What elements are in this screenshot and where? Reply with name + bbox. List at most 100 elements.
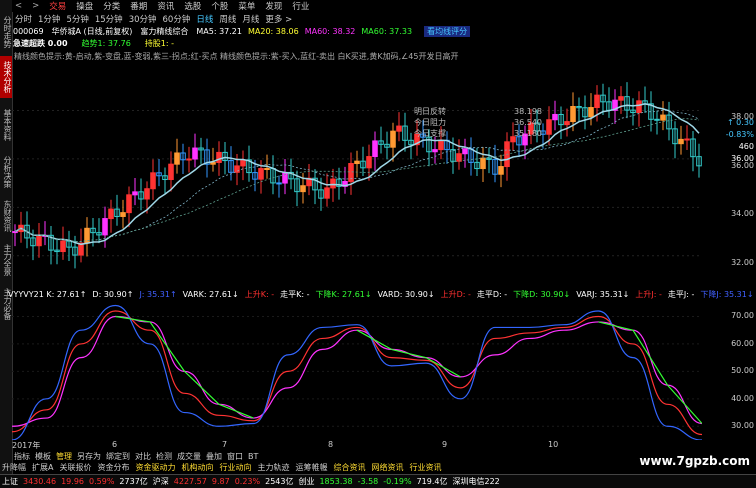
market-quote: 创业 [298, 477, 315, 486]
kdj-falling-segment [598, 321, 634, 331]
date-label: 6 [112, 440, 118, 449]
menu-item[interactable]: 番期 [130, 0, 147, 12]
feature-tab[interactable]: 运筹帷幄 [295, 462, 327, 473]
sidebar-tab[interactable]: 东财资讯 [0, 196, 12, 236]
indicator-name[interactable]: 富力精线综合 [140, 26, 188, 37]
feature-tab[interactable]: 关联报价 [59, 462, 91, 473]
candle-body [366, 156, 372, 169]
menu-item[interactable]: 交易 [49, 0, 66, 12]
candle-body [588, 107, 594, 118]
kdj-value: 上升J: - [635, 290, 662, 299]
feature-tab[interactable]: 资金分布 [97, 462, 129, 473]
kdj-value: 走平D: - [476, 290, 508, 299]
price-label: 32.00 [731, 257, 754, 267]
kdj-axis-label: 70.00 [731, 311, 754, 321]
menu-item[interactable]: 资讯 [157, 0, 174, 12]
market-quote: 4227.57 [173, 477, 207, 486]
period-item[interactable]: 30分钟 [129, 13, 157, 25]
period-item[interactable]: 周线 [219, 13, 236, 25]
period-item[interactable]: 月线 [242, 13, 259, 25]
sidebar-tab[interactable]: 基本资料 [0, 102, 12, 148]
score-tag[interactable]: 看均线评分 [424, 26, 471, 37]
indicator-tab[interactable]: 检测 [156, 451, 172, 462]
watermark: www.7gpzb.com [639, 454, 750, 468]
sidebar-tab[interactable]: 分析决策 [0, 152, 12, 192]
feature-tab[interactable]: 扩展A [32, 462, 53, 473]
nav-forward-icon[interactable]: > [32, 1, 39, 11]
menu-item[interactable]: 发现 [265, 0, 282, 12]
period-item[interactable]: 60分钟 [163, 13, 191, 25]
kdj-value: 下降D: 30.90↓ [513, 290, 571, 299]
indicator-tab[interactable]: 管理 [56, 451, 72, 462]
candle-body [216, 151, 222, 163]
kdj-value: 上升D: - [440, 290, 471, 299]
kdj-axis-label: 40.00 [731, 393, 754, 403]
menubar: < > 交易 操盘 分类 番期 资讯 选股 个股 菜单 发现 行业 [12, 0, 756, 12]
feature-tab[interactable]: 升降幅 [2, 462, 26, 473]
menu-item[interactable]: 操盘 [76, 0, 93, 12]
menu-item[interactable]: 个股 [211, 0, 228, 12]
feature-tab[interactable]: 机构动向 [181, 462, 213, 473]
feature-tab[interactable]: 网络资讯 [371, 462, 403, 473]
period-item[interactable]: 15分钟 [95, 13, 123, 25]
candle-body [684, 138, 690, 141]
candle-body [462, 148, 468, 155]
candle-body [186, 158, 192, 161]
menu-item[interactable]: 行业 [292, 0, 309, 12]
indicator-tab[interactable]: 另存为 [77, 451, 101, 462]
candle-body [12, 231, 18, 234]
feature-tab[interactable]: 行业资讯 [409, 462, 441, 473]
indicator-tab[interactable]: 绑定到 [106, 451, 130, 462]
candle-body [324, 187, 330, 199]
indicator-tab[interactable]: 模板 [35, 451, 51, 462]
kdj-value: J: 35.31↑ [139, 290, 177, 299]
candle-body [564, 121, 570, 126]
candle-body [570, 106, 576, 123]
period-item[interactable]: 日线 [196, 13, 213, 25]
market-quote: 9.87 [211, 477, 230, 486]
kdj-chart[interactable] [12, 300, 702, 440]
sidebar-tab[interactable]: 分时走势 [0, 12, 12, 52]
indicator-tab[interactable]: 对比 [135, 451, 151, 462]
period-item[interactable]: 1分钟 [38, 13, 60, 25]
candle-body [432, 149, 438, 153]
date-label: 9 [442, 440, 448, 449]
quote-info: -0.83% [725, 130, 754, 139]
feature-tab[interactable]: 主力轨迹 [257, 462, 289, 473]
period-item[interactable]: 分时 [15, 13, 32, 25]
sidebar-tab[interactable]: 主力全景 [0, 240, 12, 280]
feature-tab[interactable]: 资金驱动力 [135, 462, 175, 473]
market-quote: 19.96 [61, 477, 84, 486]
moving-average-line [14, 118, 700, 243]
candlestick-chart[interactable]: 明日反转 38.198 今日阻力 36.540 今日支撑 35.180 [12, 62, 702, 280]
stock-name: 华侨城A (日线,前复权) [51, 27, 133, 36]
kdj-axis-label: 30.00 [731, 421, 754, 431]
menu-item[interactable]: 菜单 [238, 0, 255, 12]
period-item[interactable]: 5分钟 [66, 13, 88, 25]
period-bar: 分时 1分钟 5分钟 15分钟 30分钟 60分钟 日线 周线 月线 更多 > [12, 13, 756, 25]
indicator-tab[interactable]: 叠加 [206, 451, 222, 462]
indicator-tab[interactable]: 成交量 [177, 451, 201, 462]
candle-body [456, 153, 462, 162]
indicator-tab[interactable]: BT [248, 452, 258, 461]
annotation-value: 35.180 [514, 129, 542, 138]
feature-tab[interactable]: 综合资讯 [333, 462, 365, 473]
indicator-tab[interactable]: 指标 [14, 451, 30, 462]
market-quote: -0.19% [383, 477, 412, 486]
price-label: 34.00 [731, 209, 754, 219]
kdj-value: VARK: 27.61↓ [182, 290, 239, 299]
menu-item[interactable]: 选股 [184, 0, 201, 12]
nav-back-icon[interactable]: < [15, 1, 22, 11]
feature-tab[interactable]: 行业动向 [219, 462, 251, 473]
hold-value: 持股1: - [144, 39, 175, 48]
sidebar-tab[interactable]: 技术分析 [0, 56, 12, 98]
annotation-label: 今日阻力 [414, 117, 446, 127]
menu-item[interactable]: 分类 [103, 0, 120, 12]
indicator-tab[interactable]: 窗口 [227, 451, 243, 462]
period-item[interactable]: 更多 > [265, 13, 292, 25]
date-axis: 2017年 6 7 8 9 10 [12, 440, 702, 450]
kdj-axis-label: 60.00 [731, 338, 754, 348]
market-quote: 719.4亿 [416, 477, 448, 486]
market-quote: 1853.38 [319, 477, 353, 486]
candle-body [480, 157, 486, 170]
